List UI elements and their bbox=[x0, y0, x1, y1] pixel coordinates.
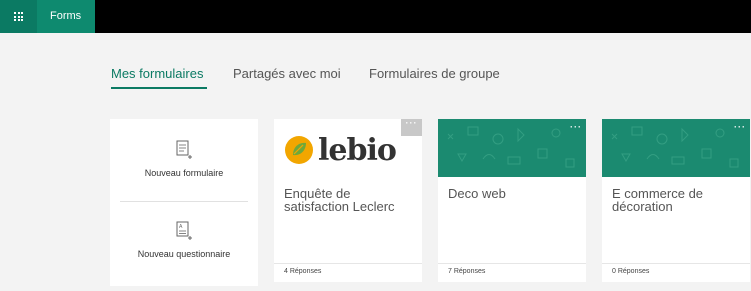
new-form-button[interactable]: Nouveau formulaire bbox=[110, 140, 258, 178]
card-title: Deco web bbox=[448, 186, 506, 201]
app-name-link[interactable]: Forms bbox=[37, 0, 95, 33]
top-bar: Forms bbox=[0, 0, 751, 33]
more-dots-icon: ··· bbox=[734, 122, 746, 132]
new-form-label: Nouveau formulaire bbox=[144, 168, 224, 178]
new-quiz-button[interactable]: A Nouveau questionnaire bbox=[110, 221, 258, 259]
card-thumbnail: lebio ··· bbox=[274, 119, 422, 177]
create-card: Nouveau formulaire A Nouveau questionnai… bbox=[110, 119, 258, 286]
form-card[interactable]: ··· Deco web 7 Réponses bbox=[438, 119, 586, 282]
card-title: E commerce de décoration bbox=[612, 186, 704, 214]
card-divider bbox=[602, 263, 750, 264]
response-count: 4 Réponses bbox=[284, 268, 322, 275]
tab-partages-avec-moi[interactable]: Partagés avec moi bbox=[233, 66, 341, 81]
response-count: 0 Réponses bbox=[612, 268, 650, 275]
card-thumbnail: ··· bbox=[438, 119, 586, 177]
response-count: 7 Réponses bbox=[448, 268, 486, 275]
pattern-icon bbox=[611, 126, 739, 168]
new-quiz-icon: A bbox=[176, 221, 192, 240]
new-form-icon bbox=[176, 140, 192, 159]
active-tab-indicator bbox=[111, 87, 207, 89]
app-launcher-button[interactable] bbox=[0, 0, 37, 33]
card-title: Enquête de satisfaction Leclerc bbox=[284, 186, 395, 214]
more-options-button[interactable]: ··· bbox=[734, 122, 746, 132]
more-dots-icon: ··· bbox=[570, 122, 582, 132]
more-dots-icon: ··· bbox=[405, 119, 418, 128]
leaf-icon bbox=[285, 136, 313, 164]
tab-formulaires-de-groupe[interactable]: Formulaires de groupe bbox=[369, 66, 500, 81]
pattern-icon bbox=[447, 126, 575, 168]
svg-text:A: A bbox=[179, 224, 183, 230]
tab-mes-formulaires[interactable]: Mes formulaires bbox=[111, 66, 203, 81]
more-options-button[interactable]: ··· bbox=[401, 119, 422, 136]
card-divider bbox=[438, 263, 586, 264]
divider bbox=[120, 201, 248, 202]
card-thumbnail: ··· bbox=[602, 119, 750, 177]
more-options-button[interactable]: ··· bbox=[570, 122, 582, 132]
logo-text: lebio bbox=[318, 132, 397, 168]
form-card[interactable]: lebio ··· Enquête de satisfaction Lecler… bbox=[274, 119, 422, 282]
lebio-logo: lebio bbox=[284, 130, 397, 170]
waffle-icon bbox=[14, 12, 23, 21]
form-card[interactable]: ··· E commerce de décoration 0 Réponses bbox=[602, 119, 750, 282]
new-quiz-label: Nouveau questionnaire bbox=[137, 249, 231, 259]
card-divider bbox=[274, 263, 422, 264]
